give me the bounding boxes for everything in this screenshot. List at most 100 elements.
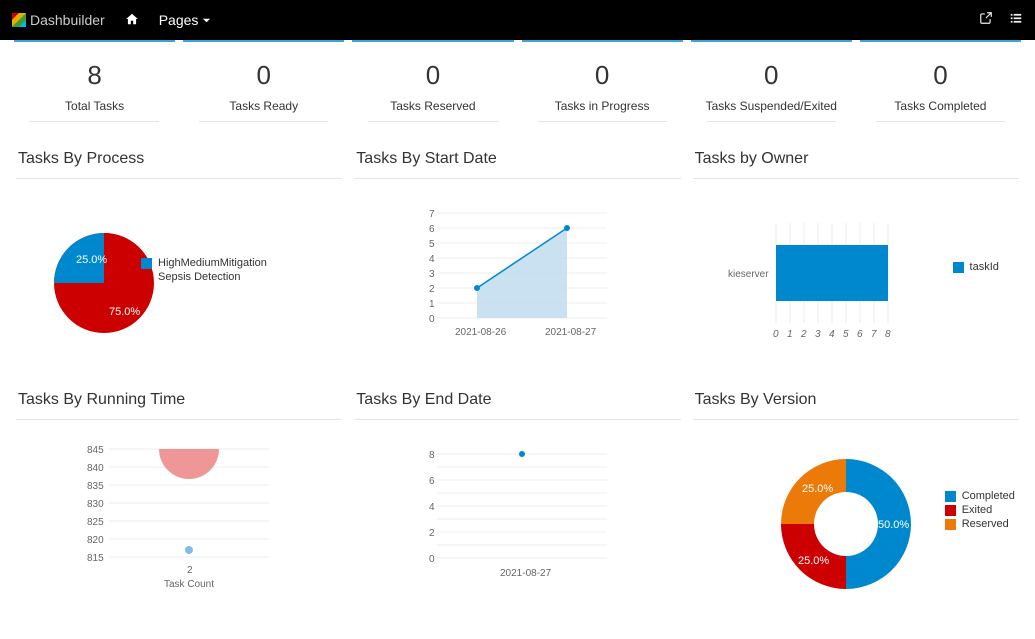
svg-text:4: 4 [429, 254, 435, 265]
section-tasks-by-owner: Tasks by Owner kieserver 01 23 45 [687, 140, 1025, 381]
legend-label: taskId [970, 261, 999, 273]
svg-text:2021-08-26: 2021-08-26 [455, 327, 507, 338]
metric-label: Tasks Reserved [356, 99, 509, 113]
nav-pages[interactable]: Pages [159, 12, 212, 28]
svg-text:2021-08-27: 2021-08-27 [545, 327, 597, 338]
metric-value: 8 [18, 60, 171, 91]
svg-text:0: 0 [773, 329, 779, 340]
svg-text:840: 840 [87, 463, 104, 474]
svg-text:815: 815 [87, 553, 104, 564]
svg-text:6: 6 [429, 476, 435, 487]
metric-tasks-ready: 0 Tasks Ready [183, 40, 344, 134]
legend-item[interactable]: taskId [953, 261, 999, 273]
svg-text:2: 2 [187, 565, 193, 576]
metric-label: Total Tasks [18, 99, 171, 113]
nav-pages-label: Pages [159, 12, 199, 28]
area-chart-startdate[interactable]: 7 6 5 4 3 2 1 0 2021-08-26 2021-08-27 [354, 193, 680, 373]
donut-legend: Completed Exited Reserved [945, 488, 1015, 532]
legend-item[interactable]: HighMediumMitigation [141, 257, 267, 269]
metric-label: Tasks Suspended/Exited [695, 99, 848, 113]
legend-swatch-icon [945, 491, 956, 502]
svg-text:1: 1 [787, 329, 793, 340]
svg-text:7: 7 [871, 329, 877, 340]
section-title: Tasks By End Date [356, 391, 680, 409]
section-title: Tasks by Owner [695, 150, 1019, 168]
donut-label-reserved: 25.0% [802, 483, 833, 495]
bubble-chart-runtime[interactable]: 845 840 835 830 825 820 815 2 Task Count [16, 434, 342, 614]
legend-item[interactable]: Completed [945, 490, 1015, 502]
brand[interactable]: Dashbuilder [12, 12, 105, 28]
legend-swatch-icon [141, 272, 152, 283]
metric-value: 0 [187, 60, 340, 91]
legend-swatch-icon [945, 519, 956, 530]
svg-text:6: 6 [857, 329, 863, 340]
metric-value: 0 [864, 60, 1017, 91]
chevron-down-icon [202, 12, 211, 28]
metric-tasks-completed: 0 Tasks Completed [860, 40, 1021, 134]
svg-text:820: 820 [87, 535, 104, 546]
svg-text:5: 5 [429, 239, 435, 250]
pie-legend: HighMediumMitigation Sepsis Detection [141, 255, 267, 285]
svg-text:1: 1 [429, 299, 435, 310]
metric-tasks-suspended: 0 Tasks Suspended/Exited [691, 40, 852, 134]
svg-text:0: 0 [429, 554, 435, 565]
section-title: Tasks By Process [18, 150, 342, 168]
metric-label: Tasks in Progress [526, 99, 679, 113]
svg-text:830: 830 [87, 499, 104, 510]
legend-swatch-icon [945, 505, 956, 516]
xlabel: Task Count [164, 579, 214, 590]
chart-sections: Tasks By Process 25.0% 75.0% HighMediumM… [0, 134, 1035, 622]
pie-slice-label-1: 25.0% [76, 254, 107, 266]
svg-text:6: 6 [429, 224, 435, 235]
bar-chart-owner[interactable]: kieserver 01 23 45 67 8 taskId [693, 193, 1019, 373]
donut-label-exited: 25.0% [798, 555, 829, 567]
svg-text:835: 835 [87, 481, 104, 492]
section-title: Tasks By Running Time [18, 391, 342, 409]
section-tasks-by-end-date: Tasks By End Date 8 6 4 2 0 2021-08-27 [348, 381, 686, 622]
svg-text:8: 8 [429, 450, 435, 461]
section-tasks-by-process: Tasks By Process 25.0% 75.0% HighMediumM… [10, 140, 348, 381]
legend-item[interactable]: Exited [945, 504, 1015, 516]
bar-legend: taskId [953, 259, 999, 275]
svg-text:5: 5 [843, 329, 849, 340]
pie-slice-label-2: 75.0% [109, 306, 140, 318]
brand-text: Dashbuilder [30, 12, 105, 28]
pie-chart-process[interactable]: 25.0% 75.0% HighMediumMitigation Sepsis … [16, 193, 342, 373]
svg-text:3: 3 [815, 329, 821, 340]
metric-label: Tasks Ready [187, 99, 340, 113]
nav-home[interactable] [125, 12, 139, 29]
metric-total-tasks: 8 Total Tasks [14, 40, 175, 134]
home-icon [125, 12, 139, 29]
legend-label: Sepsis Detection [158, 271, 241, 283]
open-external-button[interactable] [979, 11, 993, 30]
metric-tasks-in-progress: 0 Tasks in Progress [522, 40, 683, 134]
legend-label: Completed [962, 490, 1015, 502]
svg-text:845: 845 [87, 445, 104, 456]
svg-text:825: 825 [87, 517, 104, 528]
section-tasks-by-start-date: Tasks By Start Date 7 6 5 4 3 2 1 0 [348, 140, 686, 381]
svg-text:4: 4 [829, 329, 835, 340]
metric-tasks-reserved: 0 Tasks Reserved [352, 40, 513, 134]
section-title: Tasks By Start Date [356, 150, 680, 168]
section-tasks-by-version: Tasks By Version 25.0% 25.0% 50.0% Compl… [687, 381, 1025, 622]
donut-chart-version[interactable]: 25.0% 25.0% 50.0% Completed Exited Reser… [693, 434, 1019, 614]
svg-text:8: 8 [885, 329, 891, 340]
list-view-button[interactable] [1009, 11, 1023, 30]
svg-text:2: 2 [800, 329, 807, 340]
legend-label: Reserved [962, 518, 1009, 530]
svg-text:2: 2 [429, 528, 435, 539]
legend-swatch-icon [141, 258, 152, 269]
svg-text:0: 0 [429, 314, 435, 325]
metric-label: Tasks Completed [864, 99, 1017, 113]
legend-item[interactable]: Sepsis Detection [141, 271, 267, 283]
svg-text:4: 4 [429, 502, 435, 513]
scatter-chart-enddate[interactable]: 8 6 4 2 0 2021-08-27 [354, 434, 680, 614]
svg-text:3: 3 [429, 269, 435, 280]
metric-value: 0 [356, 60, 509, 91]
svg-text:7: 7 [429, 209, 435, 220]
svg-text:2: 2 [429, 284, 435, 295]
legend-swatch-icon [953, 262, 964, 273]
legend-item[interactable]: Reserved [945, 518, 1015, 530]
svg-text:2021-08-27: 2021-08-27 [500, 568, 552, 579]
section-title: Tasks By Version [695, 391, 1019, 409]
